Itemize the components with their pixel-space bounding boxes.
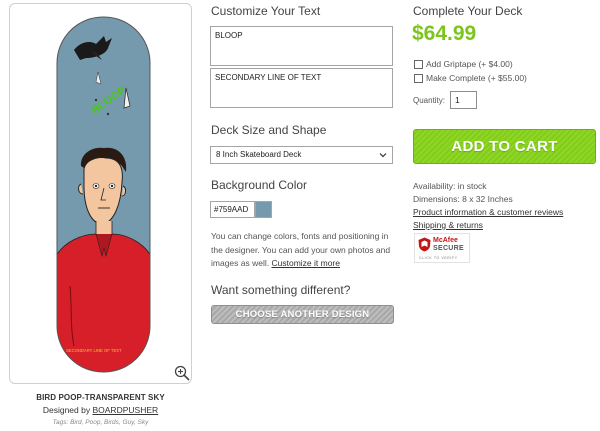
dimensions: Dimensions: 8 x 32 Inches	[413, 194, 513, 204]
make-complete-label: Make Complete (+ $55.00)	[426, 73, 527, 83]
background-color-heading: Background Color	[211, 178, 308, 192]
griptape-checkbox[interactable]	[414, 59, 423, 69]
something-different-heading: Want something different?	[211, 283, 351, 297]
complete-deck-heading: Complete Your Deck	[413, 4, 523, 18]
mcafee-brand-text: McAfee	[433, 237, 458, 244]
griptape-label: Add Griptape (+ $4.00)	[426, 59, 513, 69]
price: $64.99	[412, 22, 477, 45]
customize-help-text: You can change colors, fonts and positio…	[211, 230, 395, 271]
svg-text:SECONDARY LINE OF TEXT: SECONDARY LINE OF TEXT	[66, 348, 122, 353]
mcafee-secure-text: SECURE	[433, 245, 464, 252]
quantity-label: Quantity:	[413, 96, 446, 105]
design-title: BIRD POOP-TRANSPARENT SKY	[36, 393, 165, 402]
mcafee-verify-text: CLICK TO VERIFY	[419, 256, 458, 260]
customize-text-heading: Customize Your Text	[211, 4, 321, 18]
make-complete-checkbox[interactable]	[414, 73, 423, 83]
add-to-cart-button[interactable]: ADD TO CART	[413, 129, 596, 164]
designed-by: Designed by BOARDPUSHER	[0, 405, 201, 415]
choose-another-design-button[interactable]: CHOOSE ANOTHER DESIGN	[211, 305, 394, 324]
chevron-down-icon	[379, 153, 387, 158]
zoom-in-icon[interactable]	[174, 365, 190, 381]
deck-size-heading: Deck Size and Shape	[211, 123, 327, 137]
deck-size-selected: 8 Inch Skateboard Deck	[216, 150, 302, 159]
griptape-option[interactable]: Add Griptape (+ $4.00)	[414, 59, 513, 69]
availability: Availability: in stock	[413, 181, 487, 191]
deck-size-select[interactable]: 8 Inch Skateboard Deck	[210, 146, 393, 164]
quantity-input[interactable]	[450, 91, 477, 109]
mcafee-shield-icon	[418, 237, 431, 252]
text-line-1-input[interactable]: BLOOP	[210, 26, 393, 66]
design-tags: Tags: Bird, Poop, Birds, Guy, Sky	[52, 419, 149, 426]
designer-link[interactable]: BOARDPUSHER	[92, 405, 158, 415]
mcafee-secure-badge[interactable]: McAfee SECURE CLICK TO VERIFY	[414, 233, 470, 263]
product-info-link[interactable]: Product information & customer reviews	[413, 207, 563, 217]
complete-option[interactable]: Make Complete (+ $55.00)	[414, 73, 527, 83]
background-color-swatch[interactable]	[255, 201, 272, 218]
background-color-input[interactable]	[210, 201, 255, 218]
skateboard-deck-image: BLOOP SECONDARY LINE OF TEXT	[56, 16, 151, 373]
deck-preview[interactable]: BLOOP SECONDARY LINE OF TEXT	[9, 3, 192, 384]
shipping-returns-link[interactable]: Shipping & returns	[413, 220, 483, 230]
customize-more-link[interactable]: Customize it more	[271, 258, 340, 268]
designed-by-prefix: Designed by	[42, 405, 91, 415]
text-line-2-input[interactable]: SECONDARY LINE OF TEXT	[210, 68, 393, 108]
